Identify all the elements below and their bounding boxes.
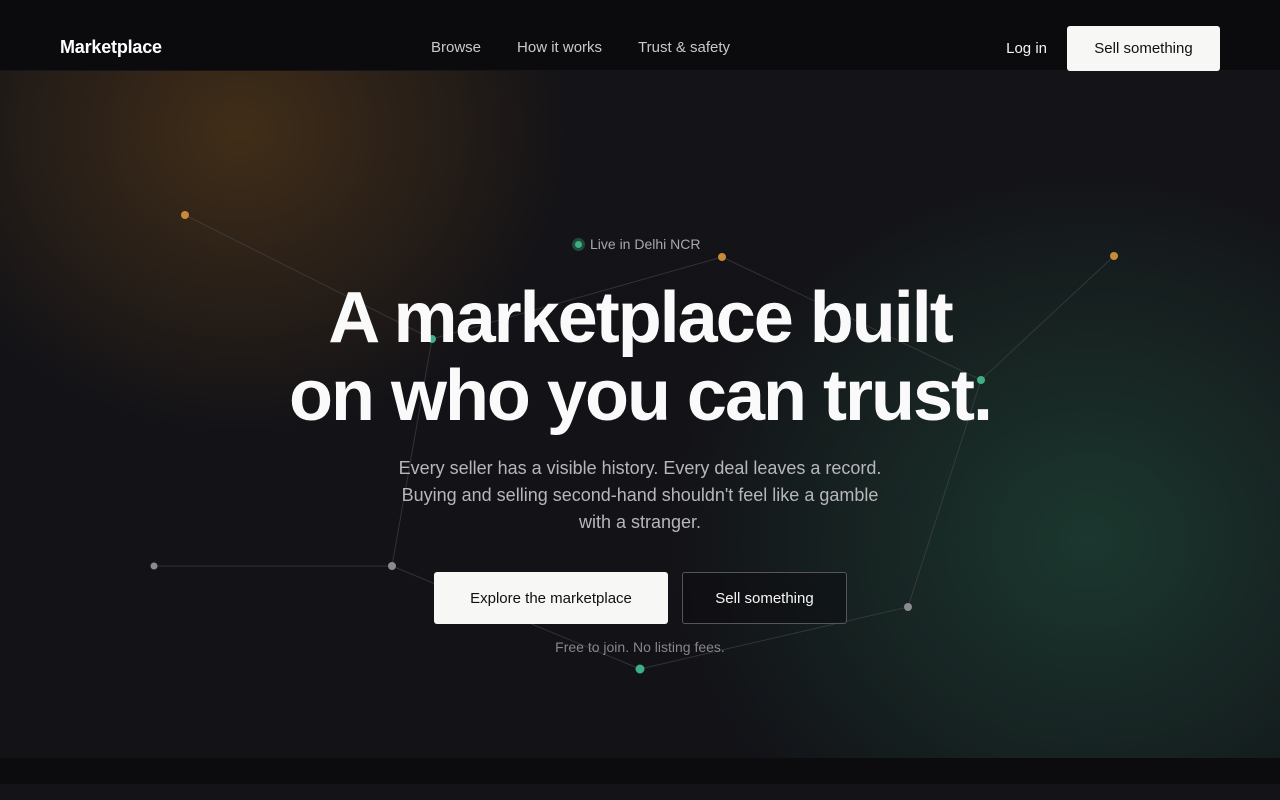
nav-sell-button[interactable]: Sell something <box>1067 26 1220 71</box>
hero-headline-line-2: on who you can trust. <box>288 356 993 436</box>
hero-headline: A marketplace built on who you can trust… <box>0 279 1280 435</box>
nav-link-how-it-works[interactable]: How it works <box>499 39 620 56</box>
hero-headline-line-1: A marketplace built <box>328 278 954 358</box>
nav-link-trust-safety[interactable]: Trust & safety <box>620 39 748 56</box>
hero-subtext: Every seller has a visible history. Ever… <box>398 458 882 532</box>
hero-sell-button[interactable]: Sell something <box>682 572 847 624</box>
nav-link-browse[interactable]: Browse <box>413 39 499 56</box>
hero-cta-row: Explore the marketplace Sell something <box>434 572 847 624</box>
node-gray <box>388 562 396 570</box>
location-badge: Live in Delhi NCR <box>572 236 700 252</box>
explore-marketplace-button[interactable]: Explore the marketplace <box>434 572 668 624</box>
top-nav: Marketplace Browse How it works Trust & … <box>0 0 1280 71</box>
hero-section: Live in Delhi NCR A marketplace built on… <box>0 71 1280 758</box>
next-section-band <box>0 784 1280 800</box>
node-amber <box>718 253 726 261</box>
node-green <box>635 664 645 674</box>
brand-logo[interactable]: Marketplace <box>60 37 162 58</box>
node-gray <box>150 562 158 570</box>
node-amber <box>1110 252 1118 260</box>
node-gray <box>904 603 912 611</box>
next-section-edge <box>0 758 1280 800</box>
nav-actions: Log in Sell something <box>1006 26 1220 71</box>
nav-links: Browse How it works Trust & safety <box>413 39 748 56</box>
login-link[interactable]: Log in <box>1006 40 1047 57</box>
hero-footnote: Free to join. No listing fees. <box>555 639 725 655</box>
node-amber <box>181 211 189 219</box>
location-badge-label: Live in Delhi NCR <box>590 236 701 252</box>
live-status-dot-icon <box>572 237 585 251</box>
